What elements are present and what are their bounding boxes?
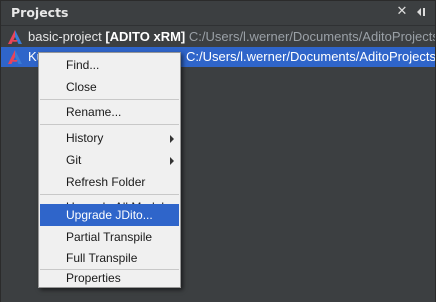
panel-titlebar: Projects ✕ <box>1 1 435 26</box>
menu-item-history[interactable]: History <box>40 127 179 149</box>
submenu-arrow-icon <box>170 135 174 143</box>
panel-title: Projects <box>11 5 69 20</box>
menu-separator <box>40 194 179 195</box>
menu-item-refresh-folder[interactable]: Refresh Folder <box>40 171 179 193</box>
project-label: basic-project [ADITO xRM] C:/Users/l.wer… <box>28 27 435 47</box>
project-path: C:/Users/l.werner/Documents/AditoProject… <box>186 49 435 64</box>
project-name: basic-project <box>28 29 102 44</box>
adito-logo-icon <box>7 29 23 45</box>
menu-item-label: Git <box>66 153 82 167</box>
submenu-arrow-icon <box>170 157 174 165</box>
minimize-panel-icon[interactable] <box>412 4 428 20</box>
close-icon[interactable]: ✕ <box>394 4 410 20</box>
context-menu: Find... Close Rename... History Git Refr… <box>38 52 181 288</box>
menu-item-full-transpile[interactable]: Full Transpile <box>40 247 179 269</box>
project-tag: [ADITO xRM] <box>105 29 186 44</box>
menu-item-partial-transpile[interactable]: Partial Transpile <box>40 226 179 248</box>
menu-separator <box>40 124 179 125</box>
menu-item-git[interactable]: Git <box>40 149 179 171</box>
adito-logo-icon <box>7 49 23 65</box>
menu-item-upgrade-jdito[interactable]: Upgrade JDito... <box>40 204 179 226</box>
project-row-basic-project[interactable]: basic-project [ADITO xRM] C:/Users/l.wer… <box>1 27 435 47</box>
menu-separator <box>40 99 179 100</box>
menu-item-find[interactable]: Find... <box>40 54 179 76</box>
menu-item-rename[interactable]: Rename... <box>40 101 179 123</box>
project-path: C:/Users/l.werner/Documents/AditoProject… <box>188 29 435 44</box>
menu-item-label: History <box>66 131 104 145</box>
menu-item-close[interactable]: Close <box>40 76 179 98</box>
menu-item-properties[interactable]: Properties <box>40 267 179 289</box>
